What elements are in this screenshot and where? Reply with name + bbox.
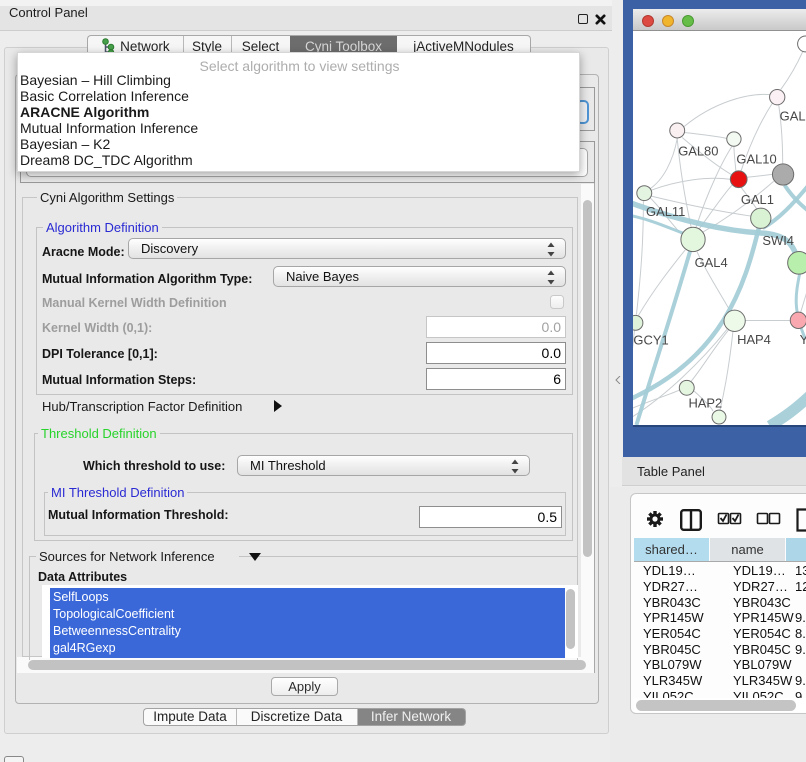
svg-text:GAL1: GAL1: [741, 192, 774, 207]
svg-text:GAL4: GAL4: [695, 255, 728, 270]
svg-text:Y: Y: [800, 332, 806, 347]
svg-text:GAL: GAL: [780, 109, 806, 124]
svg-text:HAP4: HAP4: [737, 332, 771, 347]
svg-text:GAL10: GAL10: [736, 151, 776, 166]
svg-text:HAP2: HAP2: [688, 396, 722, 411]
svg-text:GCY1: GCY1: [633, 332, 668, 347]
svg-text:GAL11: GAL11: [646, 204, 685, 219]
svg-text:SWI4: SWI4: [762, 233, 794, 248]
svg-text:GAL80: GAL80: [678, 143, 718, 158]
